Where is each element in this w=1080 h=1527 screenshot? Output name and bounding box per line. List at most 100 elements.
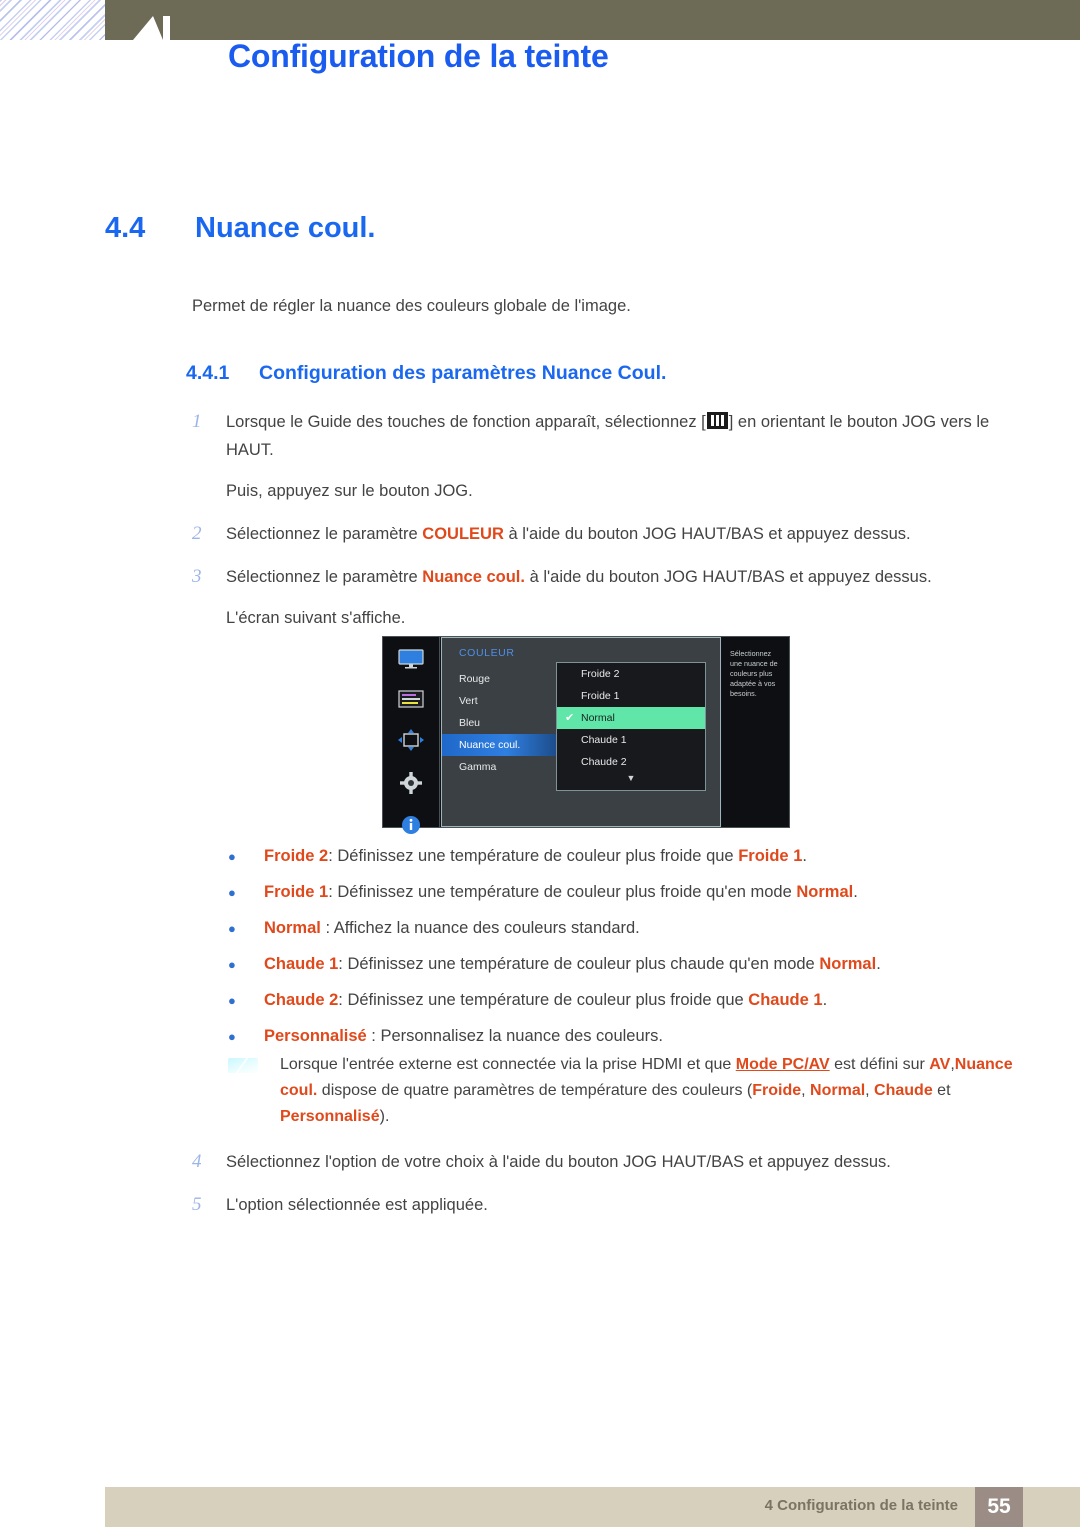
subsection-number: 4.4.1 [186,362,230,384]
bullet-icon: ● [228,885,236,900]
osd-submenu-item-normal-label: Normal [581,712,615,724]
bullet-desc-after: . [822,991,828,1009]
osd-submenu-item-chaude-2[interactable]: Chaude 2 [557,751,705,773]
note-link-mode-pc-av[interactable]: Mode PC/AV [736,1056,830,1073]
step-text: Sélectionnez le paramètre COULEUR à l'ai… [226,520,911,548]
footer-chapter-label: 4 Configuration de la teinte [764,1497,958,1514]
step2-highlight: COULEUR [422,525,504,543]
page-number: 55 [975,1487,1023,1527]
bullet-term: Chaude 1 [264,955,339,973]
bullet-icon: ● [228,1029,236,1044]
step-item: 2 Sélectionnez le paramètre COULEUR à l'… [192,520,1022,548]
procedure-steps-list: 1 Lorsque le Guide des touches de foncti… [192,408,1022,634]
bullet-ref: Froide 1 [738,847,803,865]
step-text: Sélectionnez le paramètre Nuance coul. à… [226,563,932,632]
procedure-steps-list-2: 4 Sélectionnez l'option de votre choix à… [192,1148,1022,1221]
step-text: L'option sélectionnée est appliquée. [226,1196,488,1214]
osd-submenu-item-chaude-1[interactable]: Chaude 1 [557,729,705,751]
options-bullet-list: ● Froide 2: Définissez une température d… [228,845,1028,1061]
bullet-desc: Définissez une température de couleur pl… [337,883,797,901]
bullet-desc-after: . [876,955,881,973]
osd-panel-title: COULEUR [459,647,515,659]
bullet-icon: ● [228,849,236,864]
chapter-title: Configuration de la teinte [228,38,609,74]
bullet-desc: Définissez une température de couleur pl… [347,955,820,973]
section-heading: 4.4 Nuance coul. [105,212,376,245]
section-number: 4.4 [105,212,146,244]
list-item: ● Normal : Affichez la nuance des couleu… [228,917,1028,940]
note-hl-av: AV [929,1056,951,1073]
list-item: ● Chaude 1: Définissez une température d… [228,953,1028,976]
step3-extra-line: L'écran suivant s'affiche. [226,609,406,627]
osd-icon-rail [383,637,440,834]
note-hl-normal: Normal [810,1082,866,1099]
osd-help-panel: Sélectionnez une nuance de couleurs plus… [722,637,788,827]
note-icon [228,1052,280,1130]
bullet-icon: ● [228,993,236,1008]
osd-help-text: Sélectionnez une nuance de couleurs plus… [730,649,778,698]
note-part-1: Lorsque l'entrée externe est connectée v… [280,1056,736,1073]
bullet-separator: : [320,919,334,937]
bullet-ref: Normal [796,883,854,901]
osd-submenu-item-normal[interactable]: ✔ Normal [557,707,705,729]
osd-submenu: Froide 2 Froide 1 ✔ Normal Chaude 1 Chau… [556,662,706,791]
step-number: 2 [192,523,202,544]
osd-screenshot: COULEUR Rouge Vert Bleu Nuance coul. Gam… [382,636,790,834]
section-intro-text: Permet de régler la nuance des couleurs … [192,297,631,315]
list-item-text: Chaude 2: Définissez une température de … [264,989,827,1012]
osd-color-panel: COULEUR Rouge Vert Bleu Nuance coul. Gam… [441,637,721,827]
header-bar [105,0,1080,40]
list-item-text: Normal : Affichez la nuance des couleurs… [264,917,640,940]
step-number: 4 [192,1151,202,1172]
list-item: ● Chaude 2: Définissez une température d… [228,989,1028,1012]
step-number: 3 [192,566,202,587]
list-item: ● Personnalisé : Personnalisez la nuance… [228,1025,1028,1048]
info-icon [401,815,421,840]
section-title: Nuance coul. [195,212,376,244]
note-block: Lorsque l'entrée externe est connectée v… [228,1052,1018,1130]
step-item: 1 Lorsque le Guide des touches de foncti… [192,408,1022,505]
step-item: 3 Sélectionnez le paramètre Nuance coul.… [192,563,1022,632]
list-item-text: Personnalisé : Personnalisez la nuance d… [264,1025,663,1048]
note-part-7: et [932,1082,951,1099]
bullet-term: Normal [264,919,321,937]
bullet-desc-after: . [853,883,858,901]
bullet-desc-after: . [802,847,807,865]
gear-icon [400,772,422,799]
step-item: 5 L'option sélectionnée est appliquée. [192,1191,1022,1219]
chevron-down-icon[interactable]: ▼ [557,773,705,783]
bullet-term: Froide 1 [264,883,329,901]
check-icon: ✔ [565,712,575,724]
subsection-heading: 4.4.1 Configuration des paramètres Nuanc… [186,362,666,385]
bullet-icon: ● [228,957,236,972]
note-hl-chaude: Chaude [874,1082,933,1099]
step-text: Sélectionnez l'option de votre choix à l… [226,1153,891,1171]
step-number: 5 [192,1194,202,1215]
bullet-ref: Chaude 1 [748,991,823,1009]
screen-position-icon [398,729,424,756]
list-item: ● Froide 1: Définissez une température d… [228,881,1028,904]
bullet-desc: Affichez la nuance des couleurs standard… [333,919,640,937]
bullet-desc: Définissez une température de couleur pl… [347,991,749,1009]
list-item: ● Froide 2: Définissez une température d… [228,845,1028,868]
osd-submenu-item-froide-2[interactable]: Froide 2 [557,663,705,685]
bullet-term: Chaude 2 [264,991,339,1009]
step-number: 1 [192,411,202,432]
osd-submenu-item-froide-1[interactable]: Froide 1 [557,685,705,707]
step-text: Lorsque le Guide des touches de fonction… [226,408,1022,505]
bullet-ref: Normal [819,955,877,973]
jog-menu-icon [706,412,728,429]
list-item-text: Froide 1: Définissez une température de … [264,881,858,904]
chapter-number-cutout [133,16,188,40]
list-item-text: Chaude 1: Définissez une température de … [264,953,881,976]
picture-icon [398,690,424,713]
bullet-separator: : [328,847,338,865]
decorative-hatch-pattern [0,0,105,40]
step-item: 4 Sélectionnez l'option de votre choix à… [192,1148,1022,1176]
note-part-8: ). [379,1108,390,1125]
bullet-desc: Personnalisez la nuance des couleurs. [380,1027,663,1045]
bullet-term: Froide 2 [264,847,329,865]
step2-part1: Sélectionnez le paramètre [226,525,423,543]
note-part-5: , [801,1082,811,1099]
step3-part1: Sélectionnez le paramètre [226,568,423,586]
